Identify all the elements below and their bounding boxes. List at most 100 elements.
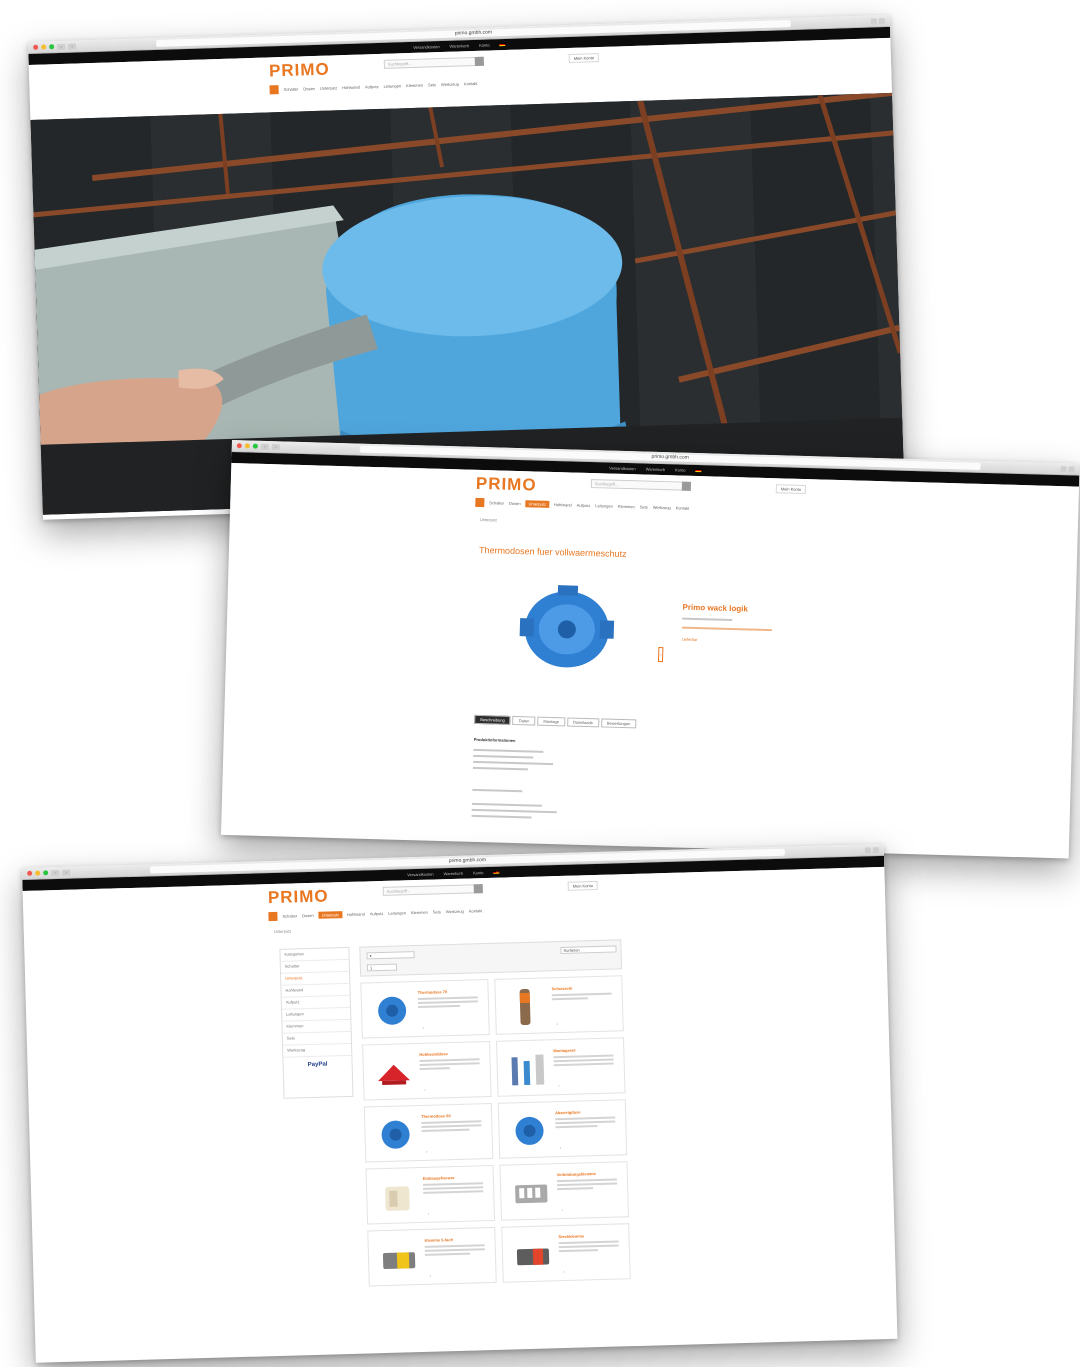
forward-icon[interactable]: › — [62, 869, 71, 876]
product-card[interactable]: Thermodose 60 › — [363, 1102, 494, 1163]
nav-item[interactable]: Kontakt — [676, 505, 690, 510]
nav-item[interactable]: Werkzeug — [446, 909, 464, 914]
minimize-icon[interactable] — [41, 44, 47, 50]
nav-item-active[interactable]: Unterputz — [318, 911, 343, 919]
account-button[interactable]: Mein Konto — [568, 53, 600, 64]
shipping-link[interactable]: Versandkosten — [413, 44, 440, 50]
nav-item[interactable]: Aufputz — [365, 84, 379, 89]
flag-icon[interactable] — [695, 468, 702, 473]
details-link[interactable]: › — [426, 1149, 427, 1154]
flag-icon[interactable] — [493, 870, 500, 874]
logo[interactable]: PRIMO — [268, 886, 329, 908]
nav-item[interactable]: Kontakt — [464, 81, 478, 86]
nav-item[interactable]: Schalter — [489, 500, 504, 505]
nav-item[interactable]: Dosen — [303, 86, 315, 91]
breadcrumb[interactable]: Unterputz — [274, 929, 291, 934]
nav-item[interactable]: Klemmen — [406, 83, 423, 89]
product-card[interactable]: Schutzrohr › — [494, 975, 624, 1035]
search-icon[interactable] — [473, 884, 483, 894]
search-input[interactable]: Suchbegriff... — [382, 884, 483, 896]
logo[interactable]: PRIMO — [269, 60, 330, 82]
nav-item[interactable]: Werkzeug — [441, 81, 459, 87]
nav-item[interactable]: Sets — [428, 82, 436, 87]
sort-select[interactable]: Sortieren — [560, 945, 617, 954]
tabs-icon[interactable] — [1068, 465, 1075, 473]
tabs-icon[interactable] — [878, 17, 885, 24]
search-input[interactable]: Suchbegriff... — [590, 479, 692, 491]
close-icon[interactable] — [27, 870, 33, 876]
forward-icon[interactable]: › — [271, 443, 280, 450]
product-card[interactable]: Einbaugehaeuse › — [365, 1164, 496, 1225]
minimize-icon[interactable] — [35, 870, 41, 876]
share-icon[interactable] — [864, 846, 871, 853]
details-link[interactable]: › — [429, 1273, 430, 1278]
account-button[interactable]: Mein Konto — [775, 484, 807, 495]
product-title[interactable]: Schutzrohr — [552, 986, 573, 992]
product-card[interactable]: Steckklemme › — [501, 1223, 631, 1283]
close-icon[interactable] — [33, 44, 39, 50]
product-card[interactable]: Montageset › — [496, 1037, 626, 1097]
view-select[interactable]: ▾ — [366, 951, 415, 960]
shipping-link[interactable]: Versandkosten — [407, 872, 434, 878]
nav-item[interactable]: Schalter — [284, 87, 299, 92]
account-button[interactable]: Mein Konto — [567, 880, 599, 891]
search-icon[interactable] — [681, 481, 692, 491]
nav-item[interactable]: Hohlwand — [342, 85, 360, 91]
cart-link[interactable]: Warenkorb — [450, 43, 470, 49]
nav-item[interactable]: Klemmen — [618, 504, 635, 509]
product-title[interactable]: Thermodose 60 — [421, 1113, 451, 1119]
nav-item[interactable]: Klemmen — [411, 910, 428, 915]
tabs-icon[interactable] — [872, 846, 879, 853]
nav-item[interactable]: Werkzeug — [653, 505, 671, 510]
back-icon[interactable]: ‹ — [260, 443, 269, 450]
flag-icon[interactable] — [499, 43, 506, 47]
details-link[interactable]: › — [560, 1145, 561, 1150]
search-input[interactable]: Suchbegriff... — [383, 56, 484, 69]
close-icon[interactable] — [236, 443, 242, 449]
pagination[interactable]: 1 — [366, 963, 398, 972]
product-title[interactable]: Thermodose 70 — [418, 989, 448, 995]
product-title[interactable]: Hohlwanddose — [419, 1051, 448, 1057]
nav-item[interactable]: Kontakt — [469, 908, 483, 913]
nav-item[interactable]: Dosen — [302, 913, 314, 918]
nav-item[interactable]: Sets — [433, 909, 441, 914]
nav-item[interactable]: Aufputz — [370, 911, 384, 916]
breadcrumb[interactable]: Unterputz — [480, 517, 497, 522]
nav-item[interactable]: Sets — [640, 504, 648, 509]
account-link[interactable]: Konto — [479, 43, 490, 48]
maximize-icon[interactable] — [43, 870, 49, 876]
details-link[interactable]: › — [424, 1087, 425, 1092]
details-link[interactable]: › — [562, 1207, 563, 1212]
back-icon[interactable]: ‹ — [57, 43, 66, 50]
tab-reviews[interactable]: Bewertungen — [600, 718, 637, 729]
product-title[interactable]: Klemme 5-fach — [424, 1237, 453, 1243]
back-icon[interactable]: ‹ — [51, 869, 60, 876]
search-icon[interactable] — [474, 56, 484, 66]
forward-icon[interactable]: › — [68, 42, 77, 50]
minimize-icon[interactable] — [244, 443, 250, 449]
product-card[interactable]: Klemme 5-fach › — [367, 1226, 497, 1287]
home-icon[interactable] — [475, 497, 485, 508]
nav-item[interactable]: Hohlwand — [347, 911, 365, 916]
shipping-link[interactable]: Versandkosten — [609, 466, 636, 472]
maximize-icon[interactable] — [252, 443, 258, 449]
image-next-arrow[interactable]: › — [657, 646, 664, 663]
tab-downloads[interactable]: Downloads — [566, 717, 599, 728]
home-icon[interactable] — [269, 85, 279, 95]
tab-assembly[interactable]: Montage — [537, 716, 566, 727]
product-title[interactable]: Montageset — [553, 1048, 575, 1054]
product-title[interactable]: Abzweigdose — [555, 1109, 581, 1115]
nav-item[interactable]: Leitungen — [383, 83, 401, 89]
product-image[interactable] — [511, 578, 624, 676]
product-card[interactable]: Abzweigdose › — [497, 1099, 628, 1159]
product-title[interactable]: Verbindungsklemme — [557, 1171, 596, 1177]
maximize-icon[interactable] — [49, 44, 55, 50]
tab-description[interactable]: Beschreibung — [474, 714, 511, 725]
account-link[interactable]: Konto — [473, 870, 484, 875]
details-link[interactable]: › — [563, 1269, 564, 1274]
cart-link[interactable]: Warenkorb — [646, 467, 666, 473]
home-icon[interactable] — [268, 911, 278, 922]
nav-item[interactable]: Aufputz — [577, 503, 591, 508]
share-icon[interactable] — [870, 17, 877, 25]
details-link[interactable]: › — [428, 1211, 429, 1216]
